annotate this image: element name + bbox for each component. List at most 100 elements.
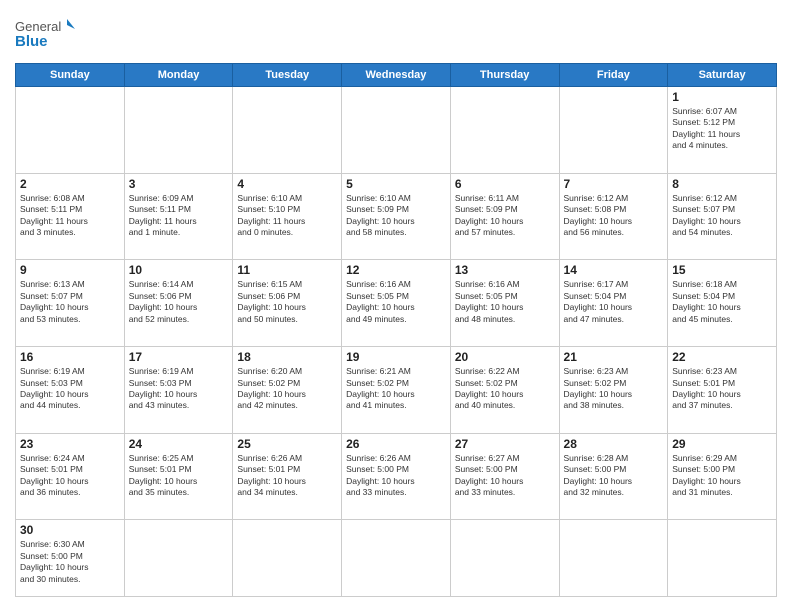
calendar-week-row: 23 Sunrise: 6:24 AM Sunset: 5:01 PM Dayli…	[16, 433, 777, 520]
calendar-day-cell: 19 Sunrise: 6:21 AM Sunset: 5:02 PM Dayli…	[342, 347, 451, 434]
day-number: 11	[237, 263, 337, 277]
calendar-day-header: Wednesday	[342, 64, 451, 87]
calendar-day-cell: 25Sunrise: 6:26 AM Sunset: 5:01 PM Dayli…	[233, 433, 342, 520]
day-number: 19	[346, 350, 446, 364]
day-number: 6	[455, 177, 555, 191]
day-info: Sunrise: 6:22 AM Sunset: 5:02 PM Dayligh…	[455, 366, 555, 412]
calendar-day-cell	[16, 87, 125, 174]
calendar-week-row: 30 Sunrise: 6:30 AM Sunset: 5:00 PM Dayli…	[16, 520, 777, 597]
calendar-day-cell: 28 Sunrise: 6:28 AM Sunset: 5:00 PM Dayli…	[559, 433, 668, 520]
day-info: Sunrise: 6:23 AM Sunset: 5:02 PM Dayligh…	[564, 366, 664, 412]
calendar-day-cell: 24 Sunrise: 6:25 AM Sunset: 5:01 PM Dayli…	[124, 433, 233, 520]
calendar-day-cell: 15Sunrise: 6:18 AM Sunset: 5:04 PM Dayli…	[668, 260, 777, 347]
calendar-day-cell: 14Sunrise: 6:17 AM Sunset: 5:04 PM Dayli…	[559, 260, 668, 347]
calendar-day-cell: 20 Sunrise: 6:22 AM Sunset: 5:02 PM Dayli…	[450, 347, 559, 434]
day-number: 10	[129, 263, 229, 277]
day-number: 21	[564, 350, 664, 364]
day-info: Sunrise: 6:28 AM Sunset: 5:00 PM Dayligh…	[564, 453, 664, 499]
calendar-day-cell: 1 Sunrise: 6:07 AM Sunset: 5:12 PM Daylig…	[668, 87, 777, 174]
day-number: 4	[237, 177, 337, 191]
calendar-day-header: Saturday	[668, 64, 777, 87]
day-info: Sunrise: 6:11 AM Sunset: 5:09 PM Dayligh…	[455, 193, 555, 239]
calendar-day-cell	[450, 87, 559, 174]
calendar-day-header: Tuesday	[233, 64, 342, 87]
day-info: Sunrise: 6:13 AM Sunset: 5:07 PM Dayligh…	[20, 279, 120, 325]
calendar-day-cell: 2 Sunrise: 6:08 AM Sunset: 5:11 PM Daylig…	[16, 173, 125, 260]
calendar-week-row: 2 Sunrise: 6:08 AM Sunset: 5:11 PM Daylig…	[16, 173, 777, 260]
day-number: 22	[672, 350, 772, 364]
calendar-header-row: SundayMondayTuesdayWednesdayThursdayFrid…	[16, 64, 777, 87]
calendar-day-cell: 10 Sunrise: 6:14 AM Sunset: 5:06 PM Dayli…	[124, 260, 233, 347]
calendar-day-cell: 17 Sunrise: 6:19 AM Sunset: 5:03 PM Dayli…	[124, 347, 233, 434]
day-number: 13	[455, 263, 555, 277]
logo: General Blue	[15, 15, 75, 53]
day-info: Sunrise: 6:10 AM Sunset: 5:10 PM Dayligh…	[237, 193, 337, 239]
day-info: Sunrise: 6:25 AM Sunset: 5:01 PM Dayligh…	[129, 453, 229, 499]
calendar-day-cell: 4 Sunrise: 6:10 AM Sunset: 5:10 PM Daylig…	[233, 173, 342, 260]
day-number: 28	[564, 437, 664, 451]
calendar-day-cell	[233, 87, 342, 174]
day-number: 27	[455, 437, 555, 451]
day-number: 16	[20, 350, 120, 364]
day-info: Sunrise: 6:12 AM Sunset: 5:08 PM Dayligh…	[564, 193, 664, 239]
day-info: Sunrise: 6:20 AM Sunset: 5:02 PM Dayligh…	[237, 366, 337, 412]
calendar-day-cell: 23 Sunrise: 6:24 AM Sunset: 5:01 PM Dayli…	[16, 433, 125, 520]
calendar-day-cell: 29Sunrise: 6:29 AM Sunset: 5:00 PM Dayli…	[668, 433, 777, 520]
day-info: Sunrise: 6:07 AM Sunset: 5:12 PM Dayligh…	[672, 106, 772, 152]
day-info: Sunrise: 6:18 AM Sunset: 5:04 PM Dayligh…	[672, 279, 772, 325]
day-number: 18	[237, 350, 337, 364]
day-info: Sunrise: 6:15 AM Sunset: 5:06 PM Dayligh…	[237, 279, 337, 325]
calendar-day-cell: 30 Sunrise: 6:30 AM Sunset: 5:00 PM Dayli…	[16, 520, 125, 597]
day-number: 3	[129, 177, 229, 191]
calendar-day-header: Monday	[124, 64, 233, 87]
calendar-day-cell: 26Sunrise: 6:26 AM Sunset: 5:00 PM Dayli…	[342, 433, 451, 520]
day-info: Sunrise: 6:19 AM Sunset: 5:03 PM Dayligh…	[129, 366, 229, 412]
day-info: Sunrise: 6:14 AM Sunset: 5:06 PM Dayligh…	[129, 279, 229, 325]
day-number: 5	[346, 177, 446, 191]
calendar-week-row: 16 Sunrise: 6:19 AM Sunset: 5:03 PM Dayli…	[16, 347, 777, 434]
day-number: 23	[20, 437, 120, 451]
calendar-day-header: Friday	[559, 64, 668, 87]
calendar-day-cell	[559, 520, 668, 597]
calendar-day-cell	[124, 87, 233, 174]
day-info: Sunrise: 6:26 AM Sunset: 5:01 PM Dayligh…	[237, 453, 337, 499]
day-info: Sunrise: 6:24 AM Sunset: 5:01 PM Dayligh…	[20, 453, 120, 499]
day-info: Sunrise: 6:08 AM Sunset: 5:11 PM Dayligh…	[20, 193, 120, 239]
calendar-day-cell: 3Sunrise: 6:09 AM Sunset: 5:11 PM Daylig…	[124, 173, 233, 260]
day-info: Sunrise: 6:21 AM Sunset: 5:02 PM Dayligh…	[346, 366, 446, 412]
day-number: 9	[20, 263, 120, 277]
calendar-week-row: 1 Sunrise: 6:07 AM Sunset: 5:12 PM Daylig…	[16, 87, 777, 174]
calendar-day-cell: 9 Sunrise: 6:13 AM Sunset: 5:07 PM Daylig…	[16, 260, 125, 347]
calendar-day-cell: 22Sunrise: 6:23 AM Sunset: 5:01 PM Dayli…	[668, 347, 777, 434]
calendar-day-cell	[342, 520, 451, 597]
day-info: Sunrise: 6:10 AM Sunset: 5:09 PM Dayligh…	[346, 193, 446, 239]
day-info: Sunrise: 6:30 AM Sunset: 5:00 PM Dayligh…	[20, 539, 120, 585]
day-number: 8	[672, 177, 772, 191]
day-number: 2	[20, 177, 120, 191]
day-number: 29	[672, 437, 772, 451]
calendar-day-cell: 8Sunrise: 6:12 AM Sunset: 5:07 PM Daylig…	[668, 173, 777, 260]
day-number: 12	[346, 263, 446, 277]
svg-text:Blue: Blue	[15, 33, 48, 50]
calendar-day-cell: 18 Sunrise: 6:20 AM Sunset: 5:02 PM Dayli…	[233, 347, 342, 434]
calendar-day-cell	[559, 87, 668, 174]
day-number: 20	[455, 350, 555, 364]
day-number: 17	[129, 350, 229, 364]
calendar-day-cell: 21 Sunrise: 6:23 AM Sunset: 5:02 PM Dayli…	[559, 347, 668, 434]
calendar-day-header: Thursday	[450, 64, 559, 87]
calendar-day-cell: 7 Sunrise: 6:12 AM Sunset: 5:08 PM Daylig…	[559, 173, 668, 260]
day-number: 14	[564, 263, 664, 277]
calendar-day-cell	[450, 520, 559, 597]
day-number: 30	[20, 523, 120, 537]
day-number: 1	[672, 90, 772, 104]
calendar-day-cell: 16Sunrise: 6:19 AM Sunset: 5:03 PM Dayli…	[16, 347, 125, 434]
day-info: Sunrise: 6:27 AM Sunset: 5:00 PM Dayligh…	[455, 453, 555, 499]
day-number: 7	[564, 177, 664, 191]
calendar-day-cell	[668, 520, 777, 597]
calendar-week-row: 9 Sunrise: 6:13 AM Sunset: 5:07 PM Daylig…	[16, 260, 777, 347]
day-info: Sunrise: 6:26 AM Sunset: 5:00 PM Dayligh…	[346, 453, 446, 499]
day-info: Sunrise: 6:16 AM Sunset: 5:05 PM Dayligh…	[455, 279, 555, 325]
calendar-day-cell: 13 Sunrise: 6:16 AM Sunset: 5:05 PM Dayli…	[450, 260, 559, 347]
calendar-day-cell: 27 Sunrise: 6:27 AM Sunset: 5:00 PM Dayli…	[450, 433, 559, 520]
day-number: 24	[129, 437, 229, 451]
